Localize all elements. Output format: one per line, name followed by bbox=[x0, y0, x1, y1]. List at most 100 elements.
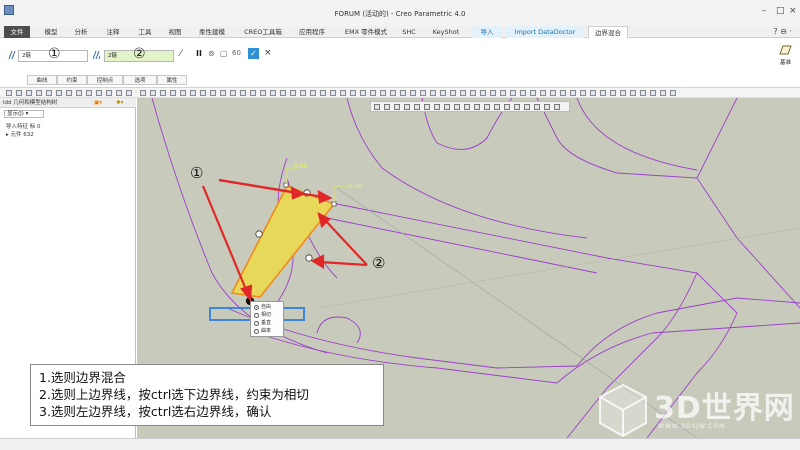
tree-item-import-feature[interactable]: 导入特征 标 0 bbox=[6, 122, 41, 130]
toolbar-icon[interactable] bbox=[200, 90, 206, 96]
point-display-icon[interactable] bbox=[504, 104, 510, 110]
annotation-display-icon[interactable] bbox=[464, 104, 470, 110]
model-tree-tab[interactable]: ldd 几何和模型结构树 bbox=[3, 99, 57, 107]
toolbar-icon[interactable] bbox=[360, 90, 366, 96]
curvature-icon[interactable]: ⁄ bbox=[180, 49, 182, 59]
layer-icon[interactable] bbox=[544, 104, 550, 110]
show-dropdown[interactable]: 显示(J) ▾ bbox=[4, 110, 44, 118]
tab-import-datadoctor[interactable]: Import DataDoctor bbox=[506, 26, 584, 38]
toolbar-icon[interactable] bbox=[36, 90, 42, 96]
toolbar-icon[interactable] bbox=[220, 90, 226, 96]
toolbar-icon[interactable] bbox=[400, 90, 406, 96]
repaint-icon[interactable] bbox=[404, 104, 410, 110]
datum-display-icon[interactable] bbox=[454, 104, 460, 110]
tab-annotate[interactable]: 注释 bbox=[100, 26, 126, 38]
toolbar-icon[interactable] bbox=[670, 90, 676, 96]
tab-curves[interactable]: 曲线 bbox=[27, 75, 57, 85]
star-icon[interactable]: ✱▾ bbox=[116, 99, 123, 107]
tab-options[interactable]: 选项 bbox=[123, 75, 157, 85]
radio-selected-icon[interactable] bbox=[254, 305, 259, 310]
tab-file[interactable]: 文件 bbox=[4, 26, 30, 38]
preview-icon[interactable]: ⊚ bbox=[208, 49, 215, 58]
orient-icon[interactable] bbox=[524, 104, 530, 110]
maximize-button[interactable]: □ bbox=[776, 6, 785, 16]
tab-creo-toolbox[interactable]: CREO工具箱 bbox=[238, 26, 288, 38]
toolbar-icon[interactable] bbox=[150, 90, 156, 96]
toolbar-icon[interactable] bbox=[460, 90, 466, 96]
spin-center-icon[interactable] bbox=[474, 104, 480, 110]
constraint-curvature[interactable]: 曲率 bbox=[251, 327, 283, 335]
refit-icon[interactable] bbox=[374, 104, 380, 110]
dimension-label[interactable]: 0.99 bbox=[294, 163, 307, 170]
pause-button[interactable]: II bbox=[196, 49, 202, 58]
constraint-tangent[interactable]: 相切 bbox=[251, 311, 283, 319]
toolbar-icon[interactable] bbox=[290, 90, 296, 96]
axis-display-icon[interactable] bbox=[494, 104, 500, 110]
toolbar-icon[interactable] bbox=[300, 90, 306, 96]
tab-shc[interactable]: SHC bbox=[398, 26, 420, 38]
saved-views-icon[interactable] bbox=[424, 104, 430, 110]
constraint-normal[interactable]: 垂直 bbox=[251, 319, 283, 327]
datum-label[interactable]: 基准 bbox=[780, 58, 791, 66]
toolbar-icon[interactable] bbox=[340, 90, 346, 96]
view-manager-icon[interactable] bbox=[434, 104, 440, 110]
toolbar-icon[interactable] bbox=[430, 90, 436, 96]
toolbar-icon[interactable] bbox=[260, 90, 266, 96]
toolbar-icon[interactable] bbox=[66, 90, 72, 96]
toolbar-icon[interactable] bbox=[250, 90, 256, 96]
toolbar-icon[interactable] bbox=[480, 90, 486, 96]
toolbar-icon[interactable] bbox=[126, 90, 132, 96]
tab-applications[interactable]: 应用程序 bbox=[292, 26, 332, 38]
toolbar-icon[interactable] bbox=[630, 90, 636, 96]
tree-item-component[interactable]: ▸ 元件 632 bbox=[6, 130, 34, 138]
tab-emx[interactable]: EMX 零件模式 bbox=[338, 26, 394, 38]
toolbar-icon[interactable] bbox=[570, 90, 576, 96]
toolbar-icon[interactable] bbox=[140, 90, 146, 96]
toolbar-icon[interactable] bbox=[370, 90, 376, 96]
toolbar-icon[interactable] bbox=[540, 90, 546, 96]
cancel-button[interactable]: × bbox=[264, 48, 272, 58]
tab-analysis[interactable]: 分析 bbox=[68, 26, 94, 38]
toolbar-icon[interactable] bbox=[380, 90, 386, 96]
toolbar-icon[interactable] bbox=[410, 90, 416, 96]
toolbar-icon[interactable] bbox=[86, 90, 92, 96]
close-button[interactable]: × bbox=[789, 6, 797, 16]
toolbar-icon[interactable] bbox=[116, 90, 122, 96]
toolbar-icon[interactable] bbox=[280, 90, 286, 96]
toolbar-icon[interactable] bbox=[180, 90, 186, 96]
toolbar-icon[interactable] bbox=[390, 90, 396, 96]
toolbar-icon[interactable] bbox=[26, 90, 32, 96]
csys-display-icon[interactable] bbox=[514, 104, 520, 110]
plane-display-icon[interactable] bbox=[484, 104, 490, 110]
toolbar-icon[interactable] bbox=[96, 90, 102, 96]
toolbar-icon[interactable] bbox=[240, 90, 246, 96]
radio-icon[interactable] bbox=[254, 329, 259, 334]
toolbar-icon[interactable] bbox=[420, 90, 426, 96]
toolbar-icon[interactable] bbox=[6, 90, 12, 96]
perspective-icon[interactable] bbox=[444, 104, 450, 110]
toolbar-icon[interactable] bbox=[16, 90, 22, 96]
toolbar-icon[interactable] bbox=[230, 90, 236, 96]
toolbar-icon[interactable] bbox=[350, 90, 356, 96]
toolbar-icon[interactable] bbox=[590, 90, 596, 96]
zoom-out-icon[interactable] bbox=[394, 104, 400, 110]
verify-icon[interactable]: ▢ bbox=[220, 49, 228, 58]
toolbar-icon[interactable] bbox=[490, 90, 496, 96]
display-style-icon[interactable] bbox=[414, 104, 420, 110]
constraint-free[interactable]: 自由 bbox=[251, 303, 283, 311]
toolbar-icon[interactable] bbox=[560, 90, 566, 96]
ok-button[interactable]: ✓ bbox=[248, 48, 259, 59]
tab-import[interactable]: 导入 bbox=[472, 26, 502, 38]
tab-boundary-blend[interactable]: 边界混合 bbox=[588, 26, 628, 38]
dimension-label[interactable]: 0.99 bbox=[349, 183, 362, 190]
tab-tools[interactable]: 工具 bbox=[132, 26, 158, 38]
toolbar-icon[interactable] bbox=[500, 90, 506, 96]
toolbar-icon[interactable] bbox=[600, 90, 606, 96]
tab-properties[interactable]: 属性 bbox=[157, 75, 187, 85]
toolbar-icon[interactable] bbox=[610, 90, 616, 96]
toolbar-icon[interactable] bbox=[470, 90, 476, 96]
toolbar-icon[interactable] bbox=[160, 90, 166, 96]
section-icon[interactable] bbox=[534, 104, 540, 110]
help-icons[interactable]: ? ⊖ · bbox=[773, 27, 792, 36]
appearance-icon[interactable] bbox=[554, 104, 560, 110]
